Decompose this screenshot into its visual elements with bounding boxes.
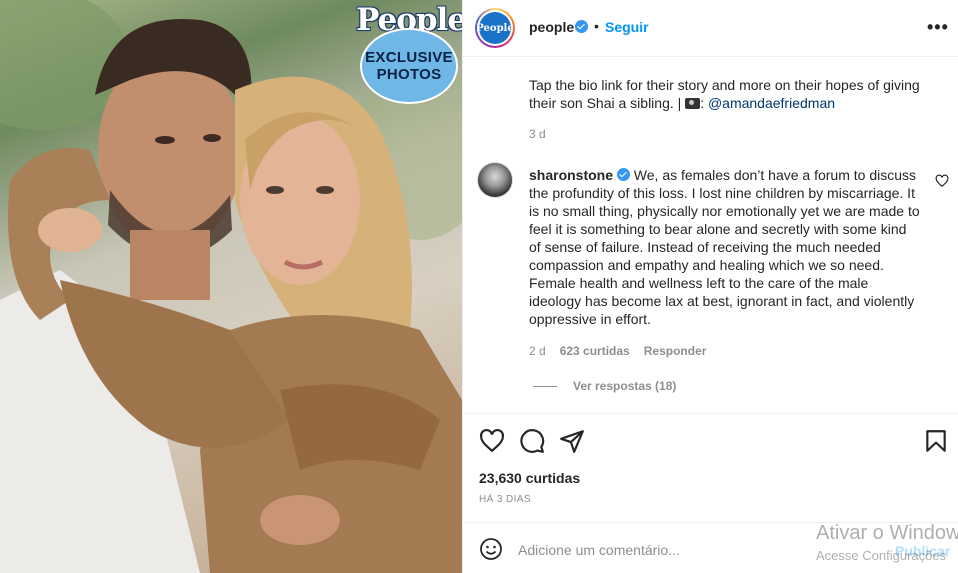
commenter-verified-icon — [616, 168, 630, 181]
post-time-ago: HÁ 3 DIAS — [479, 494, 531, 505]
caption-mention-prefix: : — [700, 95, 705, 111]
share-paper-plane-icon[interactable] — [559, 428, 585, 454]
comment-time: 2 d — [529, 344, 546, 358]
activate-windows-subtitle: Acesse Configurações — [816, 548, 947, 563]
comment-body: sharonstone We, as females don’t have a … — [529, 166, 921, 328]
replies-divider — [533, 385, 557, 387]
caption-time: 3 d — [529, 127, 546, 141]
emoji-smiley-icon[interactable] — [479, 537, 503, 561]
post-header: People people • Seguir ••• — [463, 0, 958, 57]
comment-likes[interactable]: 623 curtidas — [560, 344, 630, 358]
save-bookmark-icon[interactable] — [923, 428, 949, 454]
windows-activation-watermark: Ativar o Windows Acesse Configurações — [816, 522, 958, 563]
follow-button[interactable]: Seguir — [605, 19, 649, 35]
post-caption: Tap the bio link for their story and mor… — [529, 76, 929, 112]
more-options-icon[interactable]: ••• — [927, 17, 949, 38]
author-avatar-logo: People — [476, 12, 514, 44]
post-likes-count[interactable]: 23,630 curtidas — [479, 470, 580, 486]
commenter-username[interactable]: sharonstone — [529, 167, 613, 183]
activate-windows-title: Ativar o Windows — [816, 522, 958, 544]
like-heart-icon[interactable] — [479, 428, 505, 454]
comment-text: We, as females don’t have a forum to dis… — [529, 167, 920, 327]
reply-button[interactable]: Responder — [644, 344, 707, 358]
comment-meta: 2 d 623 curtidas Responder — [529, 344, 706, 358]
caption-mention-link[interactable]: @amandaefriedman — [708, 95, 835, 111]
header-separator: • — [594, 18, 599, 34]
comment-input[interactable]: Adicione um comentário... — [518, 542, 680, 558]
comment-like-heart-icon[interactable] — [935, 174, 949, 188]
post-photo: People EXCLUSIVE PHOTOS — [0, 0, 462, 573]
commenter-avatar[interactable] — [477, 162, 513, 198]
camera-icon — [685, 98, 701, 109]
instagram-post-modal: People EXCLUSIVE PHOTOS People people • … — [0, 0, 958, 573]
author-avatar[interactable]: People — [475, 8, 515, 48]
view-replies-button[interactable]: Ver respostas (18) — [533, 379, 676, 393]
post-side-panel: People people • Seguir ••• Tap the bio l… — [462, 0, 958, 573]
comment-bubble-icon[interactable] — [519, 428, 545, 454]
exclusive-photos-badge: People EXCLUSIVE PHOTOS — [356, 2, 462, 106]
badge-text-exclusive: EXCLUSIVE — [365, 49, 453, 66]
verified-badge-icon — [575, 20, 588, 33]
view-replies-label: Ver respostas (18) — [573, 379, 677, 393]
author-username[interactable]: people — [529, 19, 574, 35]
post-actions-bar — [463, 413, 958, 465]
badge-text-photos: PHOTOS — [376, 66, 442, 83]
badge-circle: EXCLUSIVE PHOTOS — [360, 28, 458, 104]
